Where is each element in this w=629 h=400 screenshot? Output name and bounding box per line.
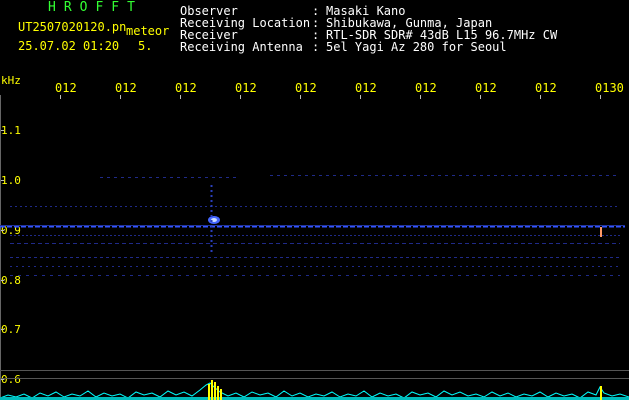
- date-time: 25.07.02 01:20: [18, 39, 120, 53]
- file-name: UT2507020120.pn: [18, 20, 127, 34]
- plot-left-border: [0, 95, 1, 400]
- app-title: HROFFT: [48, 0, 143, 15]
- detection-tag: meteor: [126, 24, 170, 38]
- spectrogram-window: HROFFT UT2507020120.pn meteor 25.07.02 0…: [0, 0, 629, 400]
- interval-value: 5.: [138, 39, 153, 53]
- time-tick-label: 012: [535, 81, 557, 95]
- time-tick-label: 012: [235, 81, 257, 95]
- time-tick-label: 012: [175, 81, 197, 95]
- time-tick-label: 012: [55, 81, 77, 95]
- meteor-echo: [208, 185, 220, 255]
- time-tick-label: 012: [415, 81, 437, 95]
- time-tick-label: 012: [475, 81, 497, 95]
- time-tick-label: 012: [355, 81, 377, 95]
- time-tick-label: 0130: [595, 81, 624, 95]
- small-echo: [600, 227, 602, 237]
- time-tick-marks: [60, 95, 601, 99]
- spectrum-trace: [0, 382, 629, 399]
- time-tick-label: 012: [295, 81, 317, 95]
- antenna-value: 5el Yagi Az 280 for Seoul: [326, 40, 507, 54]
- spectrogram-plot: [0, 95, 629, 400]
- antenna-colon: :: [312, 40, 320, 54]
- frequency-unit-label: kHz: [1, 74, 21, 87]
- time-tick-label: 012: [115, 81, 137, 95]
- antenna-label: Receiving Antenna: [180, 40, 303, 54]
